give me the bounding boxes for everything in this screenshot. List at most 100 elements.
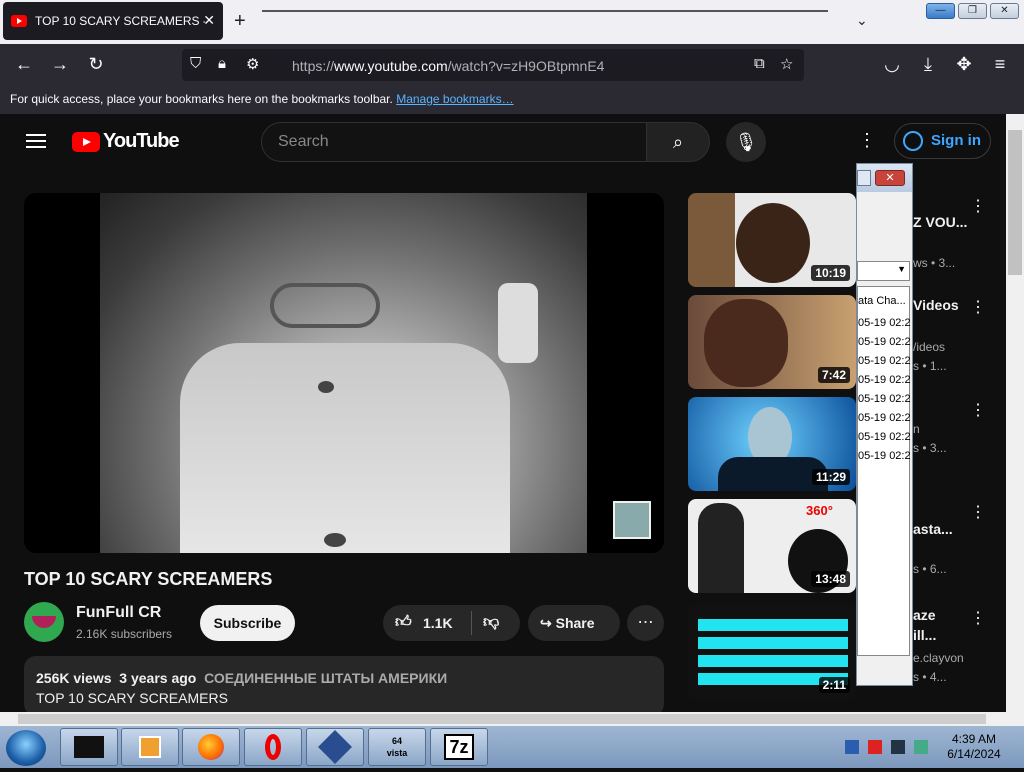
account-icon xyxy=(903,131,923,152)
list-item[interactable]: 05-19 02:2 xyxy=(858,450,911,462)
dialog-minimize-button[interactable] xyxy=(857,170,871,186)
related-more-icon[interactable]: ⋮ xyxy=(970,502,986,522)
related-channel: /ideos xyxy=(913,340,946,354)
combo-arrow-icon[interactable]: ▼ xyxy=(897,264,906,274)
url-bar[interactable]: ⛉ 🔒︎ ⚙ https://www.youtube.com/watch?v=z… xyxy=(182,49,804,81)
lock-icon[interactable]: 🔒︎ xyxy=(218,55,226,72)
taskbar-app-desktop[interactable] xyxy=(60,728,118,766)
tray-display-icon[interactable] xyxy=(891,740,905,754)
list-header[interactable]: ata Cha... xyxy=(858,295,906,307)
list-item[interactable]: 05-19 02:2 xyxy=(858,336,911,348)
tab-title: TOP 10 SCARY SCREAMERS - Yo xyxy=(35,14,205,28)
list-item[interactable]: 05-19 02:2 xyxy=(858,355,911,367)
related-title[interactable]: Videos xyxy=(913,297,959,313)
thumbnail-face xyxy=(704,299,788,387)
list-item[interactable]: 05-19 02:2 xyxy=(858,431,911,443)
bookmark-star-icon[interactable]: ☆ xyxy=(780,55,793,73)
search-input[interactable]: Search xyxy=(261,122,647,162)
downloads-icon[interactable]: ⤓ xyxy=(916,54,940,75)
start-button[interactable] xyxy=(6,730,46,766)
reload-icon[interactable]: ↻ xyxy=(84,54,108,75)
tray-volume-icon[interactable] xyxy=(914,740,928,754)
tray-network-icon[interactable] xyxy=(845,740,859,754)
window-restore-button[interactable]: ❐ xyxy=(958,3,987,19)
tab-strip-divider xyxy=(262,10,828,12)
horizontal-scroll-thumb[interactable] xyxy=(18,714,986,724)
video-player[interactable] xyxy=(24,193,664,553)
url-scheme: https:// xyxy=(292,58,335,74)
forward-arrow-icon[interactable]: → xyxy=(48,54,72,75)
description-box[interactable]: 256K views 3 years ago СОЕДИНЕННЫЕ ШТАТЫ… xyxy=(24,656,664,712)
related-video-thumbnail[interactable]: 7:42 xyxy=(688,295,856,389)
firefox-icon xyxy=(198,734,224,760)
subscribe-button[interactable]: Subscribe xyxy=(200,605,295,641)
related-title[interactable]: aze xyxy=(913,607,936,623)
related-title[interactable]: asta... xyxy=(913,521,953,537)
taskbar-app-firefox[interactable] xyxy=(182,728,240,766)
pocket-icon[interactable]: ◡ xyxy=(880,54,904,75)
dialog-close-button[interactable]: ✕ xyxy=(875,170,905,186)
related-video-thumbnail[interactable]: 10:19 xyxy=(688,193,856,287)
related-more-icon[interactable]: ⋮ xyxy=(970,608,986,628)
related-channel: e.clayvon xyxy=(913,651,964,665)
taskbar-app-7zip[interactable]: 7z xyxy=(430,728,488,766)
taskbar-app-opera[interactable] xyxy=(244,728,302,766)
more-actions-button[interactable]: ⋯ xyxy=(627,605,664,641)
list-item[interactable]: 05-19 02:2 xyxy=(858,317,911,329)
related-more-icon[interactable]: ⋮ xyxy=(970,196,986,216)
video-duration: 10:19 xyxy=(811,265,850,281)
related-video-thumbnail[interactable]: 11:29 xyxy=(688,397,856,491)
settings-menu-icon[interactable]: ⋮ xyxy=(858,130,876,151)
channel-avatar[interactable] xyxy=(24,602,64,642)
related-video-thumbnail[interactable]: 360° 13:48 xyxy=(688,499,856,593)
share-label: Share xyxy=(555,615,595,631)
related-video-thumbnail[interactable]: 2:11 xyxy=(688,605,856,699)
new-tab-button[interactable]: + xyxy=(234,10,246,33)
vertical-scroll-thumb[interactable] xyxy=(1008,130,1022,275)
taskbar-clock[interactable]: 4:39 AM 6/14/2024 xyxy=(944,732,1004,762)
video-location: СОЕДИНЕННЫЕ ШТАТЫ АМЕРИКИ xyxy=(204,670,448,686)
dialog-list[interactable]: ata Cha... 05-19 02:2 05-19 02:2 05-19 0… xyxy=(857,286,911,656)
back-arrow-icon[interactable]: ← xyxy=(12,54,36,75)
like-icon[interactable]: 👍︎ xyxy=(395,613,412,632)
related-title[interactable]: Z VOU... xyxy=(913,214,967,230)
overlay-dialog-window[interactable]: ✕ ▼ ata Cha... 05-19 02:2 05-19 02:2 05-… xyxy=(856,163,913,686)
video-towel xyxy=(498,283,538,363)
menu-icon[interactable]: ≡ xyxy=(988,54,1012,75)
picture-in-picture-icon[interactable]: ⧉ xyxy=(754,55,765,72)
channel-name[interactable]: FunFull CR xyxy=(76,604,161,622)
permissions-icon[interactable]: ⚙ xyxy=(246,55,259,73)
window-minimize-button[interactable]: — xyxy=(926,3,955,19)
like-count[interactable]: 1.1K xyxy=(423,615,453,631)
youtube-play-logo-icon xyxy=(72,131,100,152)
opera-icon xyxy=(265,734,281,760)
url-text[interactable]: https://www.youtube.com/watch?v=zH9OBtpm… xyxy=(292,58,604,74)
taskbar-app-media[interactable] xyxy=(121,728,179,766)
tracking-shield-icon[interactable]: ⛉ xyxy=(190,55,201,72)
list-item[interactable]: 05-19 02:2 xyxy=(858,393,911,405)
guide-menu-icon[interactable] xyxy=(26,134,46,148)
window-close-button[interactable]: ✕ xyxy=(990,3,1019,19)
share-button[interactable]: ↪ Share xyxy=(528,605,620,641)
tab-close-icon[interactable]: ✕ xyxy=(203,12,215,29)
taskbar-app-virtualbox[interactable] xyxy=(306,728,364,766)
dislike-icon[interactable]: 👎︎ xyxy=(483,613,499,632)
taskbar-app-vista[interactable]: 64 vista xyxy=(368,728,426,766)
manage-bookmarks-link[interactable]: Manage bookmarks… xyxy=(396,92,513,106)
related-more-icon[interactable]: ⋮ xyxy=(970,297,986,317)
url-host: www.youtube.com xyxy=(334,58,448,74)
list-all-tabs-button[interactable]: ⌄ xyxy=(856,12,868,29)
search-button[interactable]: ⌕ xyxy=(646,122,710,162)
active-tab[interactable]: TOP 10 SCARY SCREAMERS - Yo ✕ xyxy=(3,2,223,40)
tray-error-icon[interactable] xyxy=(868,740,882,754)
sign-in-button[interactable]: Sign in xyxy=(894,123,991,159)
list-item[interactable]: 05-19 02:2 xyxy=(858,412,911,424)
list-item[interactable]: 05-19 02:2 xyxy=(858,374,911,386)
related-more-icon[interactable]: ⋮ xyxy=(970,400,986,420)
channel-watermark-icon[interactable] xyxy=(613,501,651,539)
related-title-line2[interactable]: ill... xyxy=(913,627,936,643)
youtube-logo[interactable]: YouTube xyxy=(72,130,180,153)
extensions-icon[interactable]: ✥ xyxy=(952,54,976,75)
dialog-combo-box[interactable]: ▼ xyxy=(857,261,910,281)
voice-search-button[interactable]: 🎙︎ xyxy=(726,122,766,162)
